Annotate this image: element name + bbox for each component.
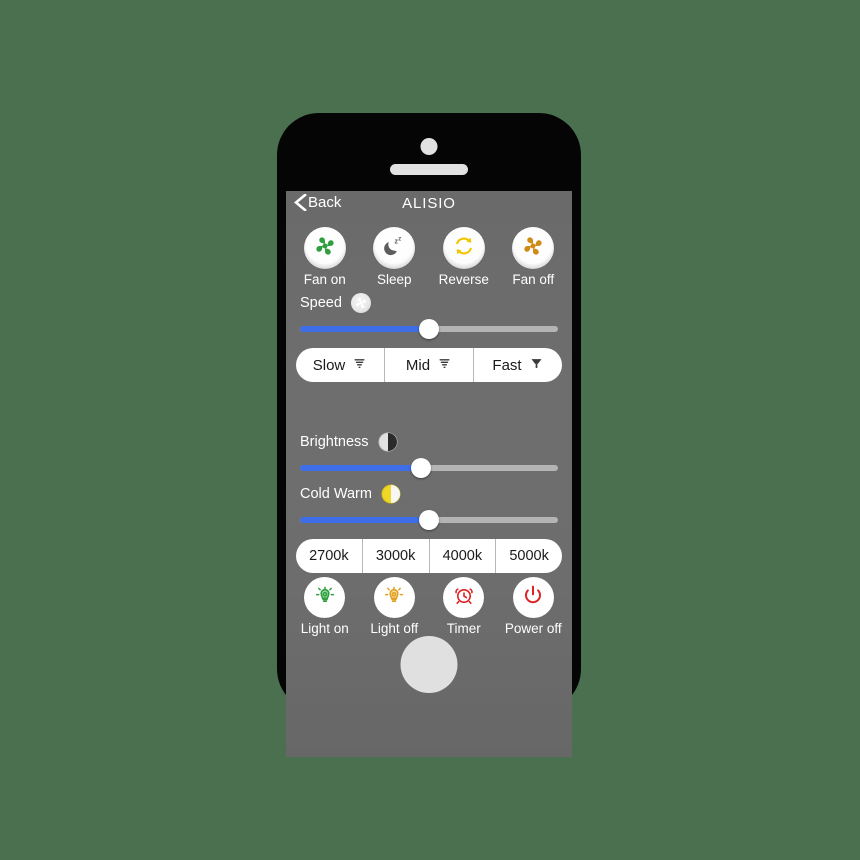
brightness-slider-fill: [300, 465, 422, 471]
color-temperature-control: 2700k 3000k 4000k 5000k: [296, 539, 562, 573]
sleep-button[interactable]: z z Sleep: [360, 227, 430, 287]
alarm-icon: [452, 583, 476, 612]
cold-warm-label-row: Cold Warm: [286, 484, 572, 504]
navigation-bar: Back ALISIO: [286, 191, 572, 221]
color-temp-4000k[interactable]: 4000k: [430, 539, 497, 573]
fan-icon: [313, 234, 337, 263]
color-temp-3000k[interactable]: 3000k: [363, 539, 430, 573]
bulb-icon: [313, 583, 337, 612]
color-temp-4000k-label: 4000k: [442, 548, 483, 564]
timer-label: Timer: [446, 621, 481, 636]
tornado-icon: [529, 356, 544, 375]
color-temp-5000k[interactable]: 5000k: [496, 539, 562, 573]
speed-segment-mid-label: Mid: [405, 356, 431, 374]
light-on-icon-circle: [304, 577, 346, 618]
brightness-label-row: Brightness: [286, 432, 572, 452]
home-button[interactable]: [400, 636, 458, 693]
light-on-button[interactable]: Light on: [290, 577, 360, 636]
light-control-row: Light on Light off Timer Power off: [286, 573, 572, 636]
power-icon: [521, 583, 545, 612]
sleep-icon-circle: z z: [373, 227, 416, 269]
moon-zzz-icon: z z: [382, 234, 406, 263]
fan-on-icon-circle: [303, 227, 346, 269]
reverse-label: Reverse: [438, 272, 489, 287]
front-camera-icon: [420, 138, 438, 155]
light-off-button[interactable]: Light off: [360, 577, 430, 636]
earpiece-speaker: [390, 164, 468, 175]
speed-segment-mid[interactable]: Mid: [385, 348, 474, 382]
fan-control-row: Fan on z z Sleep Reverse Fan off: [286, 221, 572, 287]
bulb-icon: [382, 583, 406, 612]
half-circle-icon: [378, 432, 398, 452]
page-root: Back ALISIO Fan on z z Sleep Reverse Fan…: [0, 0, 860, 860]
brightness-label: Brightness: [300, 434, 369, 450]
half-circle-icon: [381, 484, 401, 504]
fan-icon: [350, 293, 371, 313]
timer-button[interactable]: Timer: [429, 577, 499, 636]
brightness-slider-thumb[interactable]: [411, 458, 432, 478]
color-temp-5000k-label: 5000k: [509, 548, 549, 564]
cold-warm-slider-fill: [300, 517, 429, 523]
power-off-label: Power off: [504, 621, 562, 636]
svg-text:z: z: [398, 236, 401, 242]
speed-label-row: Speed: [286, 293, 572, 313]
speed-segmented-control: Slow Mid Fast: [296, 348, 562, 382]
speed-slider-fill: [300, 326, 429, 332]
color-temp-3000k-label: 3000k: [375, 548, 416, 564]
sleep-label: Sleep: [376, 272, 412, 287]
timer-icon-circle: [443, 577, 485, 618]
brightness-slider[interactable]: [300, 458, 558, 478]
phone-frame: Back ALISIO Fan on z z Sleep Reverse Fan…: [277, 113, 581, 757]
fan-icon: [521, 234, 545, 263]
speed-segment-fast[interactable]: Fast: [474, 348, 562, 382]
light-off-label: Light off: [370, 621, 419, 636]
cold-warm-slider[interactable]: [300, 510, 558, 530]
power-off-button[interactable]: Power off: [499, 577, 569, 636]
reverse-icon-circle: [442, 227, 485, 269]
color-temp-2700k[interactable]: 2700k: [296, 539, 363, 573]
fan-on-label: Fan on: [303, 272, 346, 287]
light-on-label: Light on: [300, 621, 349, 636]
speed-label: Speed: [300, 295, 342, 311]
fan-off-label: Fan off: [512, 272, 555, 287]
refresh-icon: [452, 234, 476, 263]
speed-segment-slow-label: Slow: [312, 356, 346, 374]
tornado-icon: [437, 356, 452, 375]
cold-warm-slider-thumb[interactable]: [419, 510, 439, 530]
fan-off-icon-circle: [512, 227, 555, 269]
cold-warm-label: Cold Warm: [300, 486, 372, 502]
fan-on-button[interactable]: Fan on: [290, 227, 360, 287]
color-temp-2700k-label: 2700k: [309, 548, 349, 564]
tornado-icon: [352, 356, 367, 375]
speed-slider-thumb[interactable]: [419, 319, 439, 339]
light-off-icon-circle: [373, 577, 415, 618]
power-off-icon-circle: [512, 577, 554, 618]
speed-slider[interactable]: [300, 319, 558, 339]
reverse-button[interactable]: Reverse: [429, 227, 499, 287]
speed-segment-slow[interactable]: Slow: [296, 348, 385, 382]
fan-off-button[interactable]: Fan off: [499, 227, 569, 287]
speed-segment-fast-label: Fast: [492, 356, 522, 374]
page-title: ALISIO: [402, 195, 456, 212]
